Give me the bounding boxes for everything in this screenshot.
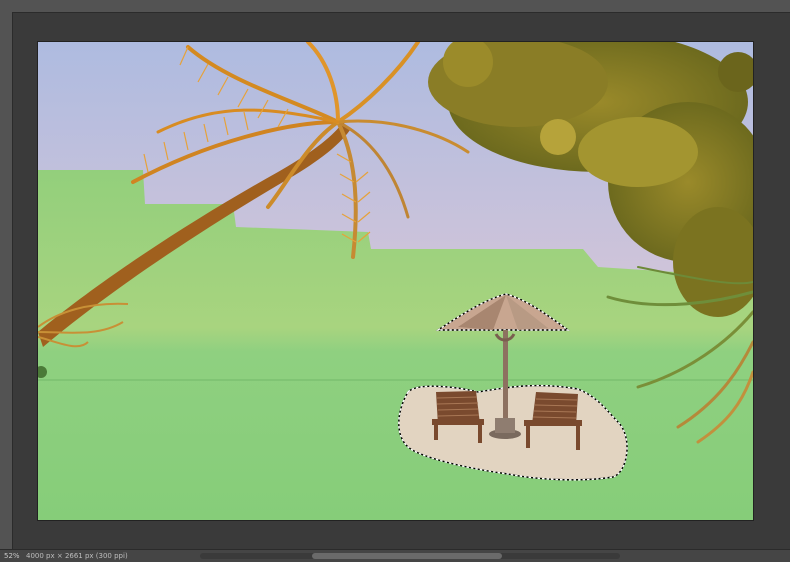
beach-photo[interactable] bbox=[38, 42, 753, 520]
document-info[interactable]: 4000 px × 2661 px (300 ppi) bbox=[26, 550, 128, 562]
scrollbar-thumb[interactable] bbox=[312, 553, 502, 559]
horizontal-scrollbar[interactable] bbox=[200, 553, 620, 559]
vertical-ruler[interactable] bbox=[0, 12, 13, 550]
status-bar: 52% 4000 px × 2661 px (300 ppi) bbox=[0, 549, 790, 562]
zoom-level[interactable]: 52% bbox=[4, 550, 20, 562]
document-canvas[interactable] bbox=[38, 42, 753, 520]
horizontal-ruler[interactable] bbox=[0, 0, 790, 13]
